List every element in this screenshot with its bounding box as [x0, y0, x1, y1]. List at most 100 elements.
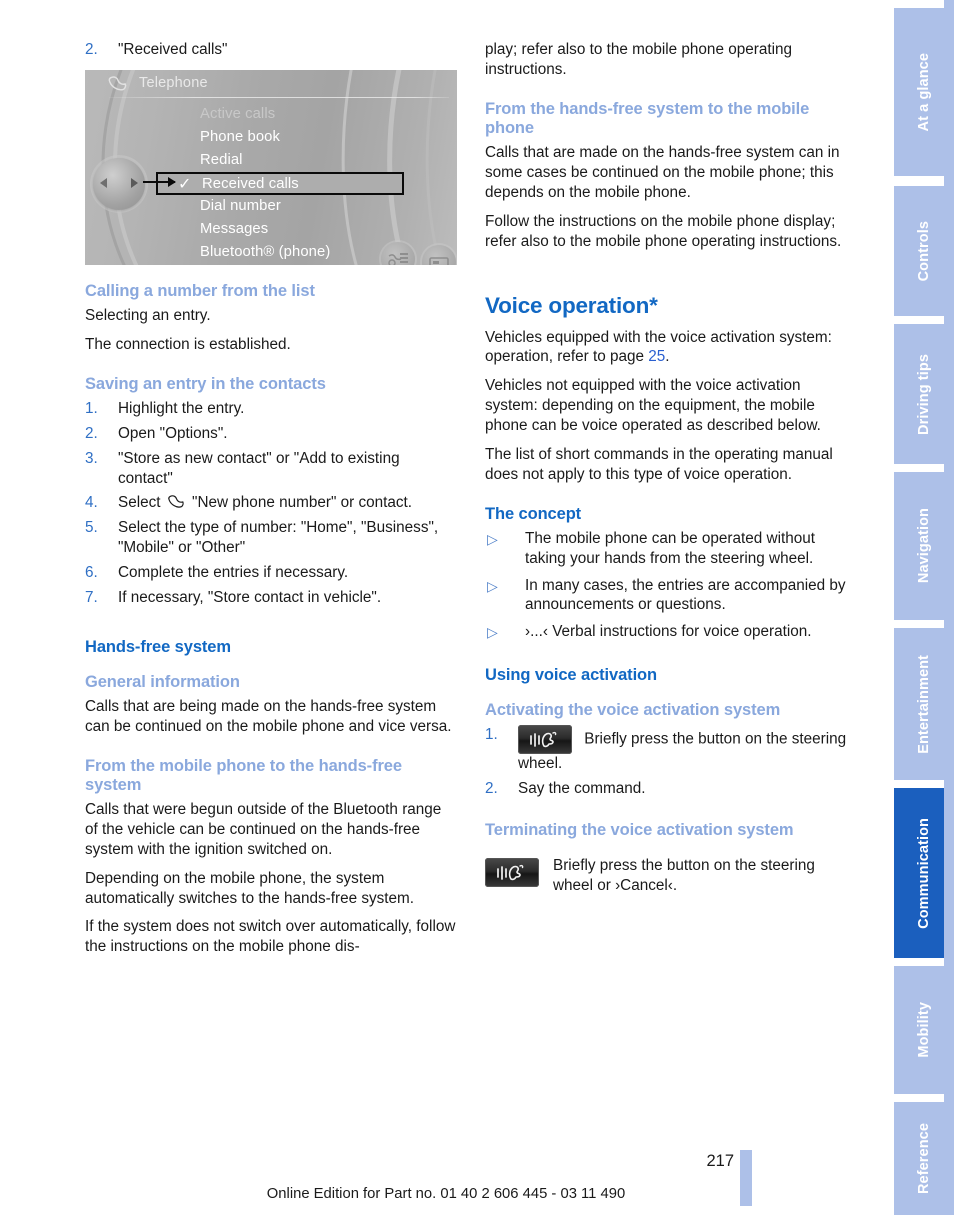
list-number: 4. [85, 494, 98, 512]
idrive-controller-knob[interactable] [93, 157, 145, 210]
idrive-menu-item[interactable]: Dial number [178, 195, 448, 218]
idrive-menu-item[interactable]: Redial [178, 149, 448, 172]
list-number: 6. [85, 564, 98, 581]
heading-voice-operation: Voice operation* [485, 293, 658, 319]
sidebar-tab-label: Driving tips [916, 353, 932, 435]
saving-steps-list: 1. Highlight the entry. 2. Open "Options… [85, 399, 457, 608]
list-number: 3. [85, 449, 98, 467]
idrive-menu-item[interactable]: Messages [178, 218, 448, 241]
triangle-bullet-icon: ▷ [487, 624, 498, 641]
paragraph-general-info: Calls that are being made on the hands-f… [85, 698, 452, 735]
list-item: 2. Open "Options". [85, 424, 457, 444]
idrive-option-button[interactable] [381, 241, 415, 265]
idrive-telephone-screenshot: Telephone Active calls Phone book Redial… [85, 69, 457, 265]
sidebar-tab-label: Controls [916, 220, 932, 282]
paragraph-from-mobile-1: Calls that were begun outside of the Blu… [85, 801, 442, 858]
list-number: 2. [485, 780, 498, 798]
paragraph-continued: play; refer also to the mobile phone ope… [485, 41, 792, 78]
intro-step-list: 2. "Received calls" [85, 40, 457, 60]
paragraph-voice-1: Vehicles equipped with the voice activat… [485, 328, 857, 368]
list-number: 7. [85, 588, 98, 606]
list-text: Say the command. [518, 780, 646, 798]
list-number: 1. [85, 399, 98, 417]
terminating-instruction-block: Briefly press the button on the steering… [485, 856, 857, 896]
sidebar-tab-label: Entertainment [916, 654, 932, 754]
list-item: 1. Briefly press the button on the steer… [485, 725, 857, 774]
paragraph-selecting-entry: Selecting an entry. [85, 307, 211, 324]
triangle-bullet-icon: ▷ [487, 530, 498, 547]
heading-using-voice-activation: Using voice activation [485, 666, 658, 685]
heading-the-concept: The concept [485, 504, 582, 523]
list-text: In many cases, the entries are accompani… [525, 576, 846, 614]
list-item: 6. Complete the entries if necessary. [85, 563, 457, 583]
voice-button-icon[interactable] [485, 858, 539, 888]
list-text: "New phone number" or contact. [192, 494, 413, 512]
voice-speech-glyph [530, 731, 557, 748]
sidebar-tab-label: Communication [916, 817, 932, 929]
idrive-titlebar: Telephone [107, 75, 447, 97]
list-text: "Received calls" [118, 41, 228, 58]
idrive-menu-item[interactable]: Phone book [178, 126, 448, 149]
manual-page: 2. "Received calls" Telephone Active cal… [0, 0, 954, 1215]
idrive-menu-item-selected[interactable]: ✓ Received calls [156, 171, 404, 195]
list-item: 2. "Received calls" [85, 40, 457, 60]
sidebar-tab-label: At a glance [916, 52, 932, 132]
list-number: 2. [85, 41, 98, 58]
list-item: ▷ In many cases, the entries are accompa… [485, 576, 857, 616]
list-text: Open "Options". [118, 424, 228, 442]
voice-button-icon[interactable] [518, 725, 572, 755]
list-number: 5. [85, 519, 98, 537]
idrive-display-button[interactable] [422, 244, 456, 265]
heading-saving-an-entry: Saving an entry in the contacts [85, 374, 326, 393]
idrive-title-label: Telephone [139, 74, 208, 91]
list-text: Highlight the entry. [118, 399, 245, 417]
left-column: 2. "Received calls" Telephone Active cal… [85, 40, 457, 966]
sidebar-tab-label: Mobility [916, 1002, 932, 1058]
paragraph-from-mobile-3: If the system does not switch over autom… [85, 918, 456, 956]
activating-steps-list: 1. Briefly press the button on the steer… [485, 725, 857, 799]
list-text: "Store as new contact" or "Add to existi… [118, 449, 400, 487]
arrow-right-icon [131, 177, 138, 188]
footer-text: Online Edition for Part no. 01 40 2 606 … [266, 1186, 626, 1202]
idrive-menu-list: Active calls Phone book Redial ✓ Receive… [156, 103, 448, 264]
idrive-menu-item[interactable]: Active calls [178, 103, 448, 126]
list-item: ▷ The mobile phone can be operated witho… [485, 529, 857, 569]
heading-calling-a-number: Calling a number from the list [85, 281, 315, 300]
terminating-text: Briefly press the button on the steering… [553, 857, 815, 895]
list-text: Select [118, 494, 161, 512]
phone-handset-icon [168, 495, 184, 509]
list-text: Complete the entries if necessary. [118, 564, 349, 581]
list-number: 1. [485, 726, 498, 744]
paragraph-from-handsfree-1: Calls that are made on the hands-free sy… [485, 144, 840, 201]
list-item: ▷ ›...‹ Verbal instructions for voice op… [485, 622, 857, 642]
idrive-menu-item-label: Received calls [202, 175, 299, 192]
heading-activating-voice-system: Activating the voice activation system [485, 701, 781, 720]
paragraph-connection-established: The connection is established. [85, 335, 291, 353]
sidebar-tab-label: Reference [916, 1122, 932, 1195]
heading-from-handsfree-to-mobile: From the hands-free system to the mobile… [485, 99, 810, 137]
list-text: Select the type of number: "Home", "Busi… [118, 519, 439, 557]
arrow-left-icon [100, 177, 107, 188]
list-text: The mobile phone can be operated without… [525, 529, 815, 567]
heading-terminating-voice-system: Terminating the voice activation system [485, 821, 794, 840]
voice-speech-glyph [497, 864, 524, 881]
triangle-bullet-icon: ▷ [487, 577, 498, 594]
right-column: play; refer also to the mobile phone ope… [485, 40, 857, 896]
list-item: 5. Select the type of number: "Home", "B… [85, 518, 457, 558]
checkmark-icon: ✓ [178, 175, 192, 193]
list-item: 1. Highlight the entry. [85, 399, 457, 419]
list-item: 4. Select "New phone number" or contact. [85, 493, 457, 513]
sidebar-tab-label: Navigation [916, 508, 932, 584]
paragraph-voice-3: The list of short commands in the operat… [485, 445, 833, 483]
paragraph-from-mobile-2: Depending on the mobile phone, the syste… [85, 869, 415, 907]
page-number: 217 [706, 1152, 734, 1170]
list-number: 2. [85, 424, 98, 442]
heading-hands-free-system: Hands-free system [85, 637, 231, 656]
paragraph-voice-2: Vehicles not equipped with the voice act… [485, 377, 821, 435]
options-icon [388, 252, 408, 265]
concept-bullet-list: ▷ The mobile phone can be operated witho… [485, 529, 857, 642]
list-item: 7. If necessary, "Store contact in vehic… [85, 588, 457, 608]
heading-from-mobile-to-handsfree: From the mobile phone to the hands-free … [85, 756, 402, 794]
page-reference-link[interactable]: 25 [648, 348, 665, 365]
callout-pointer [143, 176, 176, 187]
